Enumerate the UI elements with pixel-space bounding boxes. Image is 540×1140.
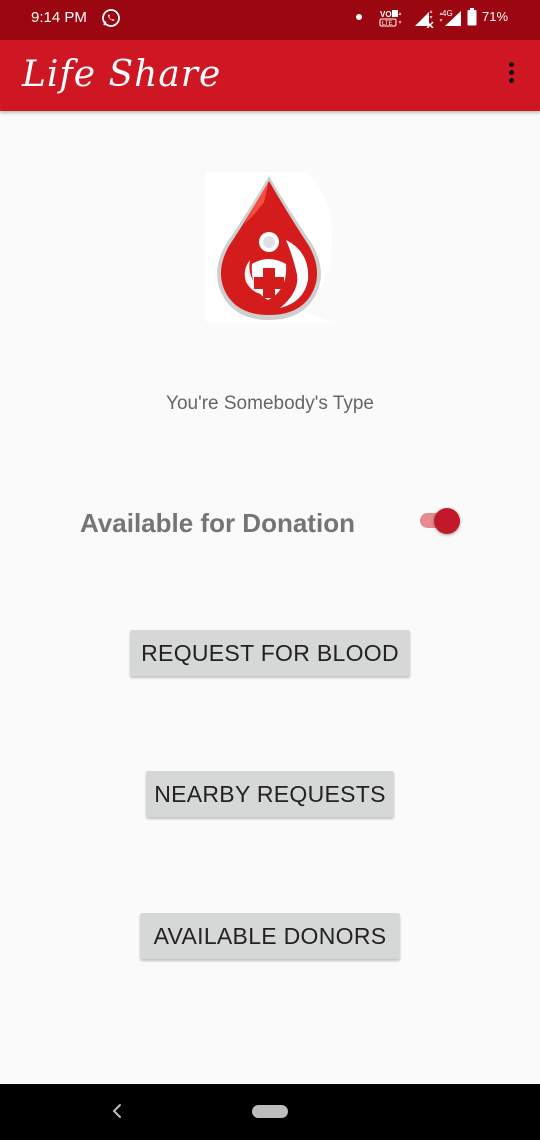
dot-icon xyxy=(356,14,362,20)
battery-icon xyxy=(467,8,477,26)
request-blood-button[interactable]: REQUEST FOR BLOOD xyxy=(130,630,410,676)
signal-icon xyxy=(415,10,434,28)
home-pill-icon[interactable] xyxy=(252,1105,288,1118)
tagline: You're Somebody's Type xyxy=(166,393,374,414)
available-donors-button[interactable]: AVAILABLE DONORS xyxy=(140,913,400,959)
availability-label: Available for Donation xyxy=(80,508,355,538)
status-bar: 9:14 PM VO LTE 4G 71% xyxy=(0,0,540,40)
blood-drop-logo xyxy=(206,172,334,322)
volte-icon: VO LTE xyxy=(379,10,402,27)
availability-toggle[interactable] xyxy=(417,506,463,536)
toggle-thumb xyxy=(434,508,460,534)
nearby-requests-button[interactable]: NEARBY REQUESTS xyxy=(146,771,394,817)
overflow-menu-icon[interactable] xyxy=(500,62,522,90)
network-4g-icon: 4G xyxy=(439,9,461,26)
status-time: 9:14 PM xyxy=(31,9,87,26)
svg-text:4G: 4G xyxy=(442,9,453,18)
app-bar: Life Share xyxy=(0,40,540,111)
whatsapp-icon xyxy=(102,9,120,27)
svg-text:VO: VO xyxy=(380,10,392,19)
back-chevron-icon[interactable] xyxy=(108,1100,126,1122)
battery-percent: 71% xyxy=(482,9,509,24)
svg-text:LTE: LTE xyxy=(382,21,393,27)
app-title: Life Share xyxy=(22,54,222,95)
